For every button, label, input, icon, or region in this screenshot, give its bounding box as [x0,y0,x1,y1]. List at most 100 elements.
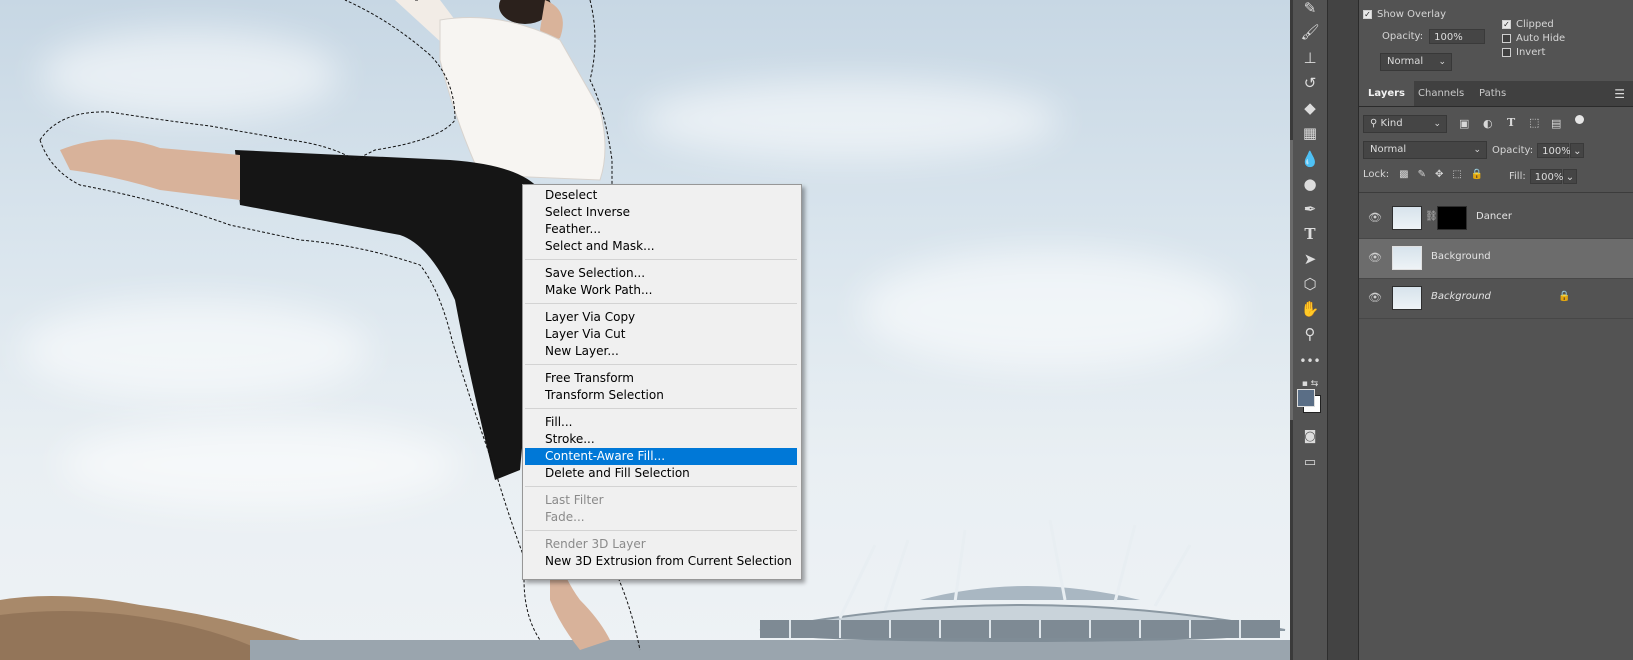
menu-item-deselect[interactable]: Deselect [525,187,797,204]
layer-blend-mode-value: Normal [1370,144,1407,155]
layer-lock-icon: 🔒 [1558,291,1571,302]
shape-icon[interactable]: ⬡ [1293,272,1327,296]
quick-mask-icon[interactable]: ◙ [1293,424,1327,448]
screen-mode-icon[interactable]: ▭ [1293,450,1327,474]
clone-stamp-icon[interactable]: ⊥ [1293,46,1327,70]
chevron-down-icon: ⌄ [1473,145,1481,155]
lock-image-pixels-icon[interactable]: ✎ [1418,169,1426,180]
invert-check-icon [1502,48,1511,57]
menu-item-save-selection[interactable]: Save Selection... [525,265,797,282]
lock-position-icon[interactable]: ✥ [1435,169,1443,180]
layer-thumbnail [1392,246,1422,270]
menu-separator [525,259,797,260]
menu-item-last-filter: Last Filter [545,493,604,507]
dodge-icon[interactable]: ● [1293,172,1327,196]
menu-item-transform-selection[interactable]: Transform Selection [525,387,797,404]
clipped-label: Clipped [1516,19,1554,30]
overlay-blend-mode-dropdown[interactable]: Normal ⌄ [1380,53,1452,71]
zoom-icon[interactable]: ⚲ [1293,322,1327,346]
fill-label: Fill: [1509,171,1526,182]
history-brush-icon[interactable]: ↺ [1293,71,1327,95]
lock-label: Lock: [1363,169,1390,180]
tab-channels[interactable]: Channels [1409,81,1473,106]
menu-item-fade: Fade... [545,510,585,524]
auto-hide-check-icon [1502,34,1511,43]
layer-name[interactable]: Background [1431,251,1491,262]
menu-item-layer-via-copy[interactable]: Layer Via Copy [525,309,797,326]
foreground-color-swatch[interactable] [1297,389,1315,407]
filter-kind-value: Kind [1380,118,1403,129]
panel-menu-icon[interactable]: ☰ [1614,87,1625,101]
menu-item-new-3d-extrusion[interactable]: New 3D Extrusion from Current Selection [525,553,797,570]
filter-pixel-layers-icon[interactable]: ▣ [1459,117,1469,130]
layer-name[interactable]: Dancer [1476,211,1512,222]
layer-thumbnail [1392,286,1422,310]
visibility-eye-icon[interactable]: 👁 [1368,291,1382,304]
auto-hide-checkbox[interactable]: Auto Hide [1502,33,1565,44]
filter-adjustment-layers-icon[interactable]: ◐ [1483,117,1493,130]
layer-mask-thumbnail[interactable] [1437,206,1467,230]
layer-row-background[interactable]: 👁 Background 🔒 [1359,279,1633,319]
lock-all-icon[interactable]: 🔒 [1471,169,1483,180]
pen-icon[interactable]: ✒ [1293,197,1327,221]
fill-field[interactable]: 100% [1529,169,1563,184]
menu-item-select-inverse[interactable]: Select Inverse [525,204,797,221]
menu-separator [525,364,797,365]
stadium-graphic [759,519,1286,642]
eraser-icon[interactable]: ◆ [1293,96,1327,120]
menu-separator [525,486,797,487]
menu-item-make-work-path[interactable]: Make Work Path... [525,282,797,299]
menu-item-select-and-mask[interactable]: Select and Mask... [525,238,797,255]
lock-transparent-pixels-icon[interactable]: ▩ [1399,169,1408,180]
filter-type-layers-icon[interactable]: T [1507,116,1515,129]
type-icon[interactable]: T [1293,222,1327,246]
menu-item-delete-and-fill-selection[interactable]: Delete and Fill Selection [525,465,797,482]
menu-item-fill[interactable]: Fill... [525,414,797,431]
layer-opacity-label: Opacity: [1492,145,1534,156]
menu-item-free-transform[interactable]: Free Transform [525,370,797,387]
tab-layers[interactable]: Layers [1359,81,1414,106]
gradient-icon[interactable]: ▦ [1293,121,1327,145]
opacity-slider-chevron-icon[interactable]: ⌄ [1570,143,1585,158]
show-overlay-check-icon: ✓ [1363,10,1372,19]
auto-hide-label: Auto Hide [1516,33,1566,44]
mask-link-icon[interactable]: ⛓ [1425,211,1438,222]
invert-checkbox[interactable]: Invert [1502,47,1545,58]
brush-icon[interactable]: 🖌 [1293,20,1327,44]
tools-panel: ✎ 🖌 ⊥ ↺ ◆ ▦ 💧 ● ✒ T ➤ ⬡ ✋ ⚲ ••• ▪ ⇆ ◙ ▭ [1293,0,1328,660]
search-icon: ⚲ [1370,118,1381,129]
layer-thumbnail [1392,206,1422,230]
overlay-opacity-field[interactable]: 100% [1429,29,1486,44]
menu-item-layer-via-cut[interactable]: Layer Via Cut [525,326,797,343]
menu-item-stroke[interactable]: Stroke... [525,431,797,448]
filter-shape-layers-icon[interactable]: ⬚ [1529,116,1539,129]
more-tools-icon[interactable]: ••• [1293,349,1327,373]
blur-icon[interactable]: 💧 [1293,147,1327,171]
spot-healing-brush-icon[interactable]: ✎ [1293,0,1327,20]
menu-item-render-3d-layer: Render 3D Layer [545,537,646,551]
layer-filter-kind-dropdown[interactable]: ⚲ Kind ⌄ [1363,115,1447,133]
document-canvas[interactable]: Deselect Select Inverse Feather... Selec… [0,0,1290,660]
visibility-eye-icon[interactable]: 👁 [1368,251,1382,264]
visibility-eye-icon[interactable]: 👁 [1368,211,1382,224]
overlay-blend-mode-value: Normal [1387,56,1424,67]
layer-row-dancer[interactable]: 👁 ⛓ Dancer [1359,199,1633,239]
right-panel: ✓ Show Overlay Opacity: 100% Normal ⌄ ✓ … [1359,0,1633,660]
menu-item-content-aware-fill[interactable]: Content-Aware Fill... [525,448,797,465]
tab-paths[interactable]: Paths [1470,81,1515,106]
layer-name[interactable]: Background [1431,291,1491,302]
hand-icon[interactable]: ✋ [1293,297,1327,321]
layer-blend-mode-dropdown[interactable]: Normal ⌄ [1363,141,1487,159]
filter-smart-objects-icon[interactable]: ▤ [1551,117,1561,130]
clipped-checkbox[interactable]: ✓ Clipped [1502,19,1554,30]
fill-slider-chevron-icon[interactable]: ⌄ [1562,169,1577,184]
layer-row-background-copy[interactable]: 👁 Background [1359,239,1633,279]
show-overlay-checkbox[interactable]: ✓ Show Overlay [1363,9,1446,20]
menu-item-new-layer[interactable]: New Layer... [525,343,797,360]
filter-toggle-icon[interactable] [1575,115,1584,124]
menu-item-feather[interactable]: Feather... [525,221,797,238]
path-selection-icon[interactable]: ➤ [1293,247,1327,271]
lock-artboard-icon[interactable]: ⬚ [1452,169,1461,180]
overlay-opacity-label: Opacity: [1382,31,1424,42]
layer-opacity-field[interactable]: 100% [1537,143,1571,158]
